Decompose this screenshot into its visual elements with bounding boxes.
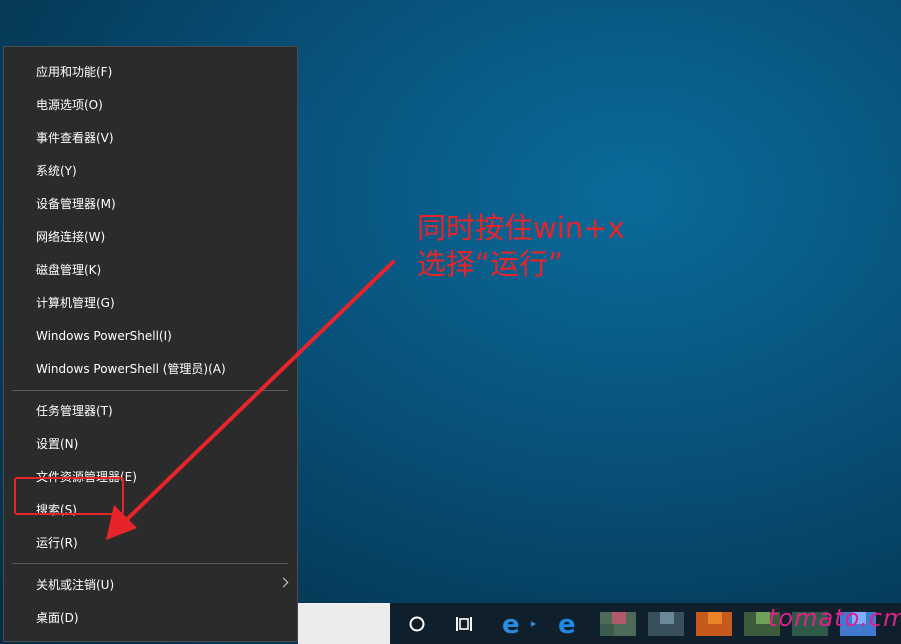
menu-item-label: 事件查看器(V) [36,131,114,145]
menu-item-label: 计算机管理(G) [36,296,115,310]
menu-item-shutdown-signout[interactable]: 关机或注销(U) [4,569,297,602]
menu-item-run[interactable]: 运行(R) [4,527,297,560]
menu-item-network-connections[interactable]: 网络连接(W) [4,221,297,254]
menu-item-label: 应用和功能(F) [36,65,113,79]
menu-item-label: 设置(N) [36,437,79,451]
menu-item-label: 网络连接(W) [36,230,106,244]
menu-item-disk-management[interactable]: 磁盘管理(K) [4,254,297,287]
svg-text:e: e [502,610,520,640]
menu-item-label: 磁盘管理(K) [36,263,102,277]
menu-item-label: 电源选项(O) [36,98,103,112]
cortana-circle-icon[interactable] [404,603,430,644]
menu-item-powershell-admin[interactable]: Windows PowerShell (管理员)(A) [4,353,297,386]
menu-separator [12,563,288,564]
watermark-text: tomato.cm [768,604,901,632]
annotation-line-2: 选择“运行” [417,247,564,281]
menu-item-label: 桌面(D) [36,611,79,625]
menu-item-label: Windows PowerShell (管理员)(A) [36,362,226,376]
menu-item-label: 运行(R) [36,536,78,550]
menu-item-label: 任务管理器(T) [36,404,113,418]
menu-item-settings[interactable]: 设置(N) [4,428,297,461]
menu-item-event-viewer[interactable]: 事件查看器(V) [4,122,297,155]
menu-item-label: 设备管理器(M) [36,197,116,211]
menu-item-task-manager[interactable]: 任务管理器(T) [4,395,297,428]
menu-item-label: 系统(Y) [36,164,77,178]
run-highlight-box [14,477,124,515]
instruction-annotation: 同时按住win+x 选择“运行” [417,210,625,282]
chevron-right-icon [278,577,289,588]
menu-item-apps-features[interactable]: 应用和功能(F) [4,56,297,89]
edge-icon[interactable]: e [555,603,585,644]
menu-item-label: 关机或注销(U) [36,578,115,592]
ie-icon[interactable]: e [500,603,540,644]
annotation-line-1: 同时按住win+x [417,211,625,245]
taskbar-search-area[interactable] [298,603,390,644]
menu-item-power-options[interactable]: 电源选项(O) [4,89,297,122]
svg-text:e: e [558,610,576,640]
menu-item-system[interactable]: 系统(Y) [4,155,297,188]
menu-item-computer-management[interactable]: 计算机管理(G) [4,287,297,320]
menu-item-powershell[interactable]: Windows PowerShell(I) [4,320,297,353]
menu-item-desktop[interactable]: 桌面(D) [4,602,297,635]
menu-item-label: Windows PowerShell(I) [36,329,172,343]
winx-context-menu: 应用和功能(F) 电源选项(O) 事件查看器(V) 系统(Y) 设备管理器(M)… [3,46,298,642]
menu-item-device-manager[interactable]: 设备管理器(M) [4,188,297,221]
task-view-icon[interactable] [452,603,476,644]
menu-separator [12,390,288,391]
